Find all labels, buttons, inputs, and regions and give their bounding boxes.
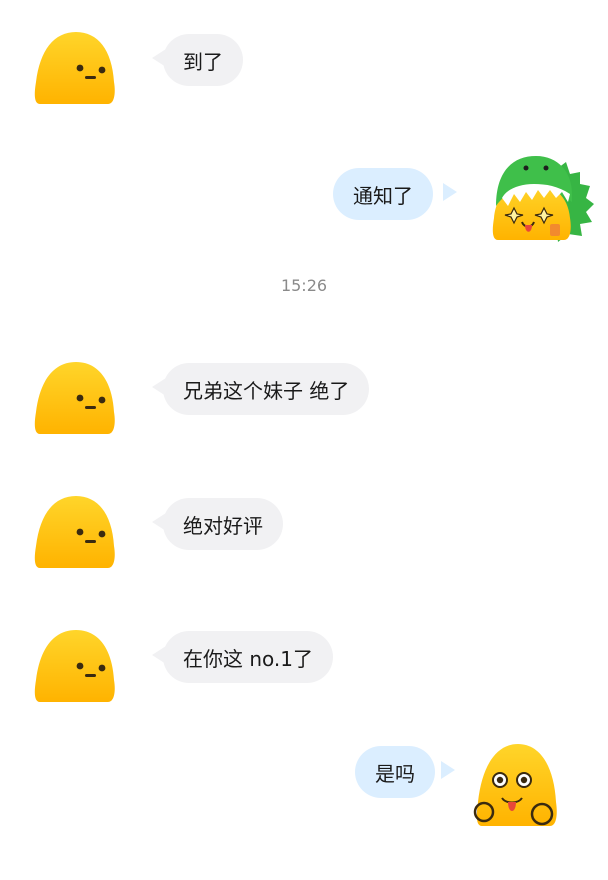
message-bubble[interactable]: 到了: [163, 34, 243, 86]
message-bubble[interactable]: 绝对好评: [163, 498, 283, 550]
bubble-tail: [441, 761, 455, 779]
message-bubble[interactable]: 兄弟这个妹子 绝了: [163, 363, 370, 415]
bubble-tail: [443, 183, 457, 201]
message-timestamp: 15:26: [280, 276, 328, 295]
contact-avatar-icon[interactable]: [32, 30, 118, 110]
contact-avatar-icon[interactable]: [32, 494, 118, 574]
message-bubble[interactable]: 在你这 no.1了: [163, 631, 333, 683]
message-bubble[interactable]: 通知了: [333, 168, 433, 220]
message-bubble[interactable]: 是吗: [355, 746, 435, 798]
surprised-blob-avatar-icon[interactable]: [472, 740, 562, 832]
contact-avatar-icon[interactable]: [32, 628, 118, 708]
contact-avatar-icon[interactable]: [32, 360, 118, 440]
dinosaur-hood-avatar-icon[interactable]: [488, 152, 596, 248]
